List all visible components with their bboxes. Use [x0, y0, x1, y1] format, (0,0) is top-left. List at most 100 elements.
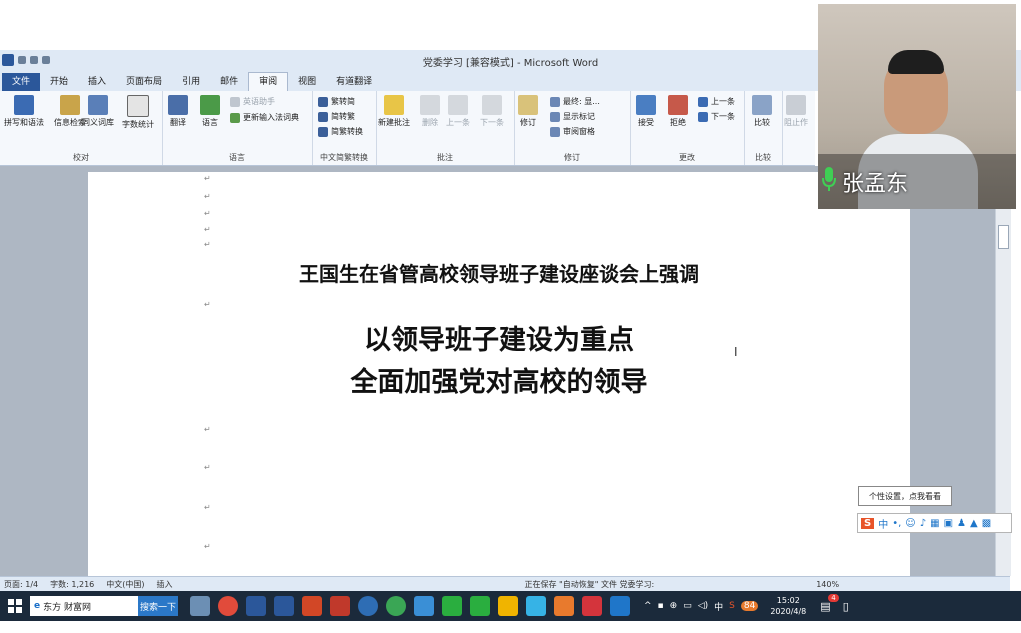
paragraph-mark: ↵: [204, 463, 211, 472]
next-comment-button[interactable]: 下一条: [480, 95, 504, 128]
scrollbar-thumb[interactable]: [998, 225, 1009, 249]
network-icon[interactable]: ⊕: [670, 601, 678, 611]
tray-icon[interactable]: ▪: [658, 601, 664, 611]
thesaurus-button[interactable]: 同义词库: [82, 95, 114, 128]
battery-icon[interactable]: ▭: [683, 601, 692, 611]
toolbox-icon[interactable]: ▣: [944, 518, 953, 529]
emoji-icon[interactable]: ☺: [905, 518, 915, 529]
word-count[interactable]: 字数: 1,216: [50, 579, 94, 590]
display-for-review-dropdown[interactable]: 最终: 显...: [550, 96, 600, 107]
search-button[interactable]: 搜索一下: [138, 596, 178, 616]
powerpoint-icon[interactable]: [302, 596, 322, 616]
wechat-icon[interactable]: [442, 596, 462, 616]
app-icon[interactable]: [526, 596, 546, 616]
app-icon[interactable]: [190, 596, 210, 616]
spelling-grammar-button[interactable]: 拼写和语法: [4, 95, 44, 128]
reviewing-pane-dropdown[interactable]: 审阅窗格: [550, 126, 595, 137]
tab-review[interactable]: 审阅: [248, 72, 289, 91]
windows-start-icon[interactable]: [8, 599, 22, 613]
update-dictionary-icon: [230, 112, 240, 123]
paragraph-mark: ↵: [204, 174, 211, 183]
tab-mailings[interactable]: 邮件: [210, 73, 248, 91]
next-change-button[interactable]: 下一条: [698, 111, 735, 122]
document-heading-2-line-1: 以领导班子建设为重点: [364, 325, 634, 356]
tab-youdao-translate[interactable]: 有道翻译: [326, 73, 382, 91]
tab-insert[interactable]: 插入: [78, 73, 116, 91]
skin-icon[interactable]: ▲: [970, 518, 978, 529]
tab-file[interactable]: 文件: [2, 73, 41, 91]
speaker-name: 张孟东: [842, 172, 909, 197]
language-button[interactable]: 语言: [200, 95, 220, 128]
page-indicator[interactable]: 页面: 1/4: [4, 579, 38, 590]
previous-comment-icon: [448, 95, 468, 115]
tab-references[interactable]: 引用: [172, 73, 210, 91]
app-icon[interactable]: [414, 596, 434, 616]
app-icon[interactable]: [358, 596, 378, 616]
clock[interactable]: 15:02 2020/4/8: [770, 595, 806, 617]
next-change-icon: [698, 111, 708, 122]
previous-change-button[interactable]: 上一条: [698, 96, 735, 107]
keyboard-icon[interactable]: ▦: [930, 518, 939, 529]
show-markup-dropdown[interactable]: 显示标记: [550, 111, 595, 122]
tab-page-layout[interactable]: 页面布局: [116, 73, 172, 91]
word-count-button[interactable]: 字数统计: [122, 95, 154, 130]
language-indicator[interactable]: 中文(中国): [106, 579, 144, 590]
accept-button[interactable]: 接受: [636, 95, 656, 128]
update-ime-dictionary-button[interactable]: 更新输入法词典: [230, 112, 299, 123]
new-comment-button[interactable]: 新建批注: [378, 95, 410, 128]
chinese-conversion-button[interactable]: 简繁转换: [318, 126, 363, 137]
traditional-to-simplified-button[interactable]: 繁转简: [318, 96, 355, 107]
app-icon[interactable]: [582, 596, 602, 616]
app-icon[interactable]: [330, 596, 350, 616]
app-icon[interactable]: [610, 596, 630, 616]
ime-toolbar[interactable]: S 中 •, ☺ ♪ ▦ ▣ ♟ ▲ ▩: [857, 513, 1012, 533]
badge-counter[interactable]: 84: [740, 601, 759, 611]
ibeam-cursor-icon: I: [734, 345, 738, 359]
paragraph-mark: ↵: [204, 240, 211, 249]
simplified-to-traditional-button[interactable]: 简转繁: [318, 111, 355, 122]
insert-mode[interactable]: 插入: [157, 579, 173, 590]
simp-to-trad-icon: [318, 111, 328, 122]
reject-button[interactable]: 拒绝: [668, 95, 688, 128]
taskbar: e 东方 财富网 搜索一下 ^ ▪ ⊕ ▭ ◁) 中 S 84 15:02 20…: [0, 591, 1021, 621]
sogou-icon[interactable]: S: [729, 601, 735, 611]
word-icon[interactable]: [246, 596, 266, 616]
document-page[interactable]: ↵ ↵ ↵ ↵ ↵ 王国生在省管高校领导班子建设座谈会上强调 ↵ 以领导班子建设…: [88, 172, 910, 576]
app-icon[interactable]: [498, 596, 518, 616]
translate-button[interactable]: 翻译: [168, 95, 188, 128]
zoom-level[interactable]: 140%: [816, 580, 839, 589]
tray-chevron-icon[interactable]: ^: [644, 601, 652, 611]
microphone-icon: [822, 166, 836, 192]
tab-home[interactable]: 开始: [40, 73, 78, 91]
notification-icon[interactable]: ▤ 4: [820, 593, 839, 613]
ie-icon: e: [34, 601, 41, 611]
tab-view[interactable]: 视图: [288, 73, 326, 91]
english-assistant-button[interactable]: 英语助手: [230, 96, 275, 107]
block-authors-button[interactable]: 阻止作: [784, 95, 808, 128]
volume-icon[interactable]: ◁): [698, 601, 708, 611]
previous-comment-button[interactable]: 上一条: [446, 95, 470, 128]
punctuation-icon[interactable]: •,: [892, 518, 901, 529]
ime-mode[interactable]: 中: [878, 516, 888, 531]
delete-comment-button[interactable]: 删除: [420, 95, 440, 128]
chrome-icon[interactable]: [218, 596, 238, 616]
compare-button[interactable]: 比较: [752, 95, 772, 128]
app-icon[interactable]: [554, 596, 574, 616]
ribbon: 拼写和语法 信息检索 同义词库 字数统计 校对 翻译 语言 英语助手 更新输入法…: [0, 91, 815, 166]
spelling-icon: [14, 95, 34, 115]
user-icon[interactable]: ♟: [957, 518, 966, 529]
word-icon[interactable]: [274, 596, 294, 616]
reject-icon: [668, 95, 688, 115]
voice-icon[interactable]: ♪: [920, 518, 926, 529]
sogou-logo-icon[interactable]: S: [861, 517, 875, 529]
show-desktop-icon[interactable]: ▯: [843, 600, 849, 613]
menu-icon[interactable]: ▩: [982, 518, 991, 529]
ime-indicator[interactable]: 中: [714, 600, 723, 613]
group-compare: 比较 比较: [744, 91, 783, 165]
document-heading-2-line-2: 全面加强党对高校的领导: [350, 367, 648, 398]
app-icon[interactable]: [386, 596, 406, 616]
track-changes-button[interactable]: 修订: [518, 95, 538, 128]
wechat-icon[interactable]: [470, 596, 490, 616]
browser-address[interactable]: e 东方 财富网: [30, 596, 138, 616]
previous-change-icon: [698, 96, 708, 107]
